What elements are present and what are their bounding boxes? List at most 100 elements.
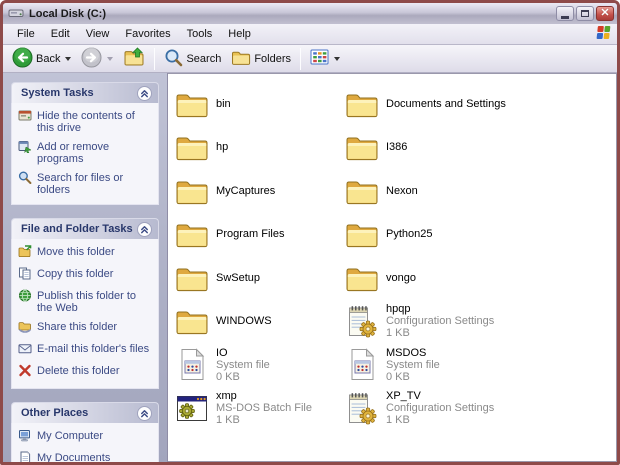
menu-tools[interactable]: Tools	[179, 26, 221, 43]
task-link-share-this-folder[interactable]: Share this folder	[18, 320, 154, 336]
file-label-block: I386	[386, 141, 407, 153]
task-label: Share this folder	[37, 321, 118, 333]
minimize-button[interactable]	[556, 6, 574, 21]
copy-folder-icon	[18, 267, 32, 283]
windows-logo-icon	[595, 25, 611, 43]
explorer-window: Local Disk (C:) ✕ File Edit View Favorites T…	[0, 0, 620, 465]
search-button[interactable]: Search	[159, 46, 226, 72]
my-computer-icon	[18, 429, 32, 445]
maximize-button[interactable]	[576, 6, 594, 21]
file-item-python25[interactable]: Python25	[343, 213, 616, 257]
file-name: xmp	[216, 390, 237, 403]
panel-file-and-folder-tasks: File and Folder Tasks Move this folder Cop…	[11, 218, 159, 389]
menu-bar: File Edit View Favorites Tools Help	[3, 24, 617, 45]
chevron-up-icon[interactable]	[137, 405, 152, 421]
back-button[interactable]: Back	[7, 46, 76, 72]
folder-icon	[345, 177, 379, 205]
folder-icon	[345, 133, 379, 161]
file-item-swsetup[interactable]: SwSetup	[173, 256, 343, 300]
chevron-up-icon[interactable]	[137, 85, 152, 101]
file-item-hpqp[interactable]: hpqp Configuration Settings 1 KB	[343, 300, 616, 344]
task-label: Add or remove programs	[37, 141, 110, 165]
task-pane-sidebar: System Tasks Hide the contents of this dr…	[3, 73, 168, 462]
file-type: Configuration Settings	[386, 315, 495, 328]
task-link-publish-this-folder-to-the-web[interactable]: Publish this folder to the Web	[18, 289, 154, 314]
task-label: E-mail this folder's files	[37, 343, 150, 355]
task-link-my-documents[interactable]: My Documents	[18, 451, 154, 462]
panel-header[interactable]: Other Places	[11, 402, 159, 423]
panel-body: Move this folder Copy this folder Publish …	[11, 239, 159, 389]
file-label-block: WINDOWS	[216, 315, 272, 327]
menu-help[interactable]: Help	[220, 26, 259, 43]
panel-header[interactable]: System Tasks	[11, 82, 159, 103]
chevron-up-icon[interactable]	[137, 221, 152, 237]
file-item-i386[interactable]: I386	[343, 126, 616, 170]
task-link-copy-this-folder[interactable]: Copy this folder	[18, 267, 154, 283]
file-item-msdos[interactable]: MSDOS System file 0 KB	[343, 343, 616, 387]
task-link-add-or-remove-programs[interactable]: Add or remove programs	[18, 140, 154, 165]
file-label-block: Python25	[386, 228, 432, 240]
menu-view[interactable]: View	[78, 26, 118, 43]
forward-button[interactable]	[76, 46, 118, 72]
task-link-delete-this-folder[interactable]: Delete this folder	[18, 364, 154, 380]
folders-button[interactable]: Folders	[226, 46, 296, 72]
file-name: bin	[216, 97, 231, 110]
task-label: My Documents	[37, 452, 111, 462]
close-button[interactable]: ✕	[596, 6, 614, 21]
panel-header[interactable]: File and Folder Tasks	[11, 218, 159, 239]
views-button[interactable]	[305, 46, 345, 72]
file-name: MSDOS	[386, 346, 427, 359]
menu-favorites[interactable]: Favorites	[117, 26, 178, 43]
file-item-nexon[interactable]: Nexon	[343, 169, 616, 213]
panel-system-tasks: System Tasks Hide the contents of this dr…	[11, 82, 159, 205]
file-item-program-files[interactable]: Program Files	[173, 213, 343, 257]
task-link-e-mail-this-folder-s-files[interactable]: E-mail this folder's files	[18, 342, 154, 358]
folder-icon	[175, 307, 209, 335]
file-item-hp[interactable]: hp	[173, 126, 343, 170]
file-size: 0 KB	[386, 370, 410, 383]
panel-title: System Tasks	[21, 87, 94, 99]
task-link-my-computer[interactable]: My Computer	[18, 429, 154, 445]
config-file-icon	[345, 304, 379, 338]
file-item-xp-tv[interactable]: XP_TV Configuration Settings 1 KB	[343, 387, 616, 431]
menu-edit[interactable]: Edit	[43, 26, 78, 43]
task-label: My Computer	[37, 430, 104, 442]
task-link-search-for-files-or-folders[interactable]: Search for files or folders	[18, 171, 154, 196]
title-bar[interactable]: Local Disk (C:) ✕	[3, 3, 617, 24]
file-item-bin[interactable]: bin	[173, 82, 343, 126]
file-name: vongo	[386, 271, 416, 284]
back-dropdown-icon	[65, 56, 72, 61]
search-label: Search	[186, 52, 222, 65]
file-type: System file	[386, 358, 440, 371]
file-item-mycaptures[interactable]: MyCaptures	[173, 169, 343, 213]
up-button[interactable]	[118, 46, 150, 72]
task-label: Delete this folder	[37, 365, 120, 377]
task-link-move-this-folder[interactable]: Move this folder	[18, 245, 154, 261]
menu-file[interactable]: File	[9, 26, 43, 43]
folders-icon	[231, 49, 251, 69]
my-documents-icon	[18, 451, 32, 462]
file-item-xmp[interactable]: xmp MS-DOS Batch File 1 KB	[173, 387, 343, 431]
panel-body: Hide the contents of this drive Add or re…	[11, 103, 159, 205]
file-label-block: MyCaptures	[216, 185, 275, 197]
file-label-block: SwSetup	[216, 272, 260, 284]
file-name: Documents and Settings	[386, 97, 506, 110]
content-area: System Tasks Hide the contents of this dr…	[3, 73, 617, 462]
folder-icon	[345, 264, 379, 292]
file-label-block: vongo	[386, 272, 416, 284]
file-item-windows[interactable]: WINDOWS	[173, 300, 343, 344]
file-item-documents-and-settings[interactable]: Documents and Settings	[343, 82, 616, 126]
panel-title: File and Folder Tasks	[21, 223, 133, 235]
file-size: 0 KB	[216, 370, 240, 383]
file-name: I386	[386, 141, 408, 154]
drive-icon	[8, 6, 24, 22]
file-label-block: bin	[216, 98, 231, 110]
folders-label: Folders	[254, 52, 292, 65]
file-name: WINDOWS	[216, 315, 272, 328]
file-item-vongo[interactable]: vongo	[343, 256, 616, 300]
task-link-hide-the-contents-of-this-driv[interactable]: Hide the contents of this drive	[18, 109, 154, 134]
file-item-io[interactable]: IO System file 0 KB	[173, 343, 343, 387]
task-label: Move this folder	[37, 246, 115, 258]
file-label-block: Documents and Settings	[386, 98, 506, 110]
minimize-icon	[561, 15, 569, 19]
